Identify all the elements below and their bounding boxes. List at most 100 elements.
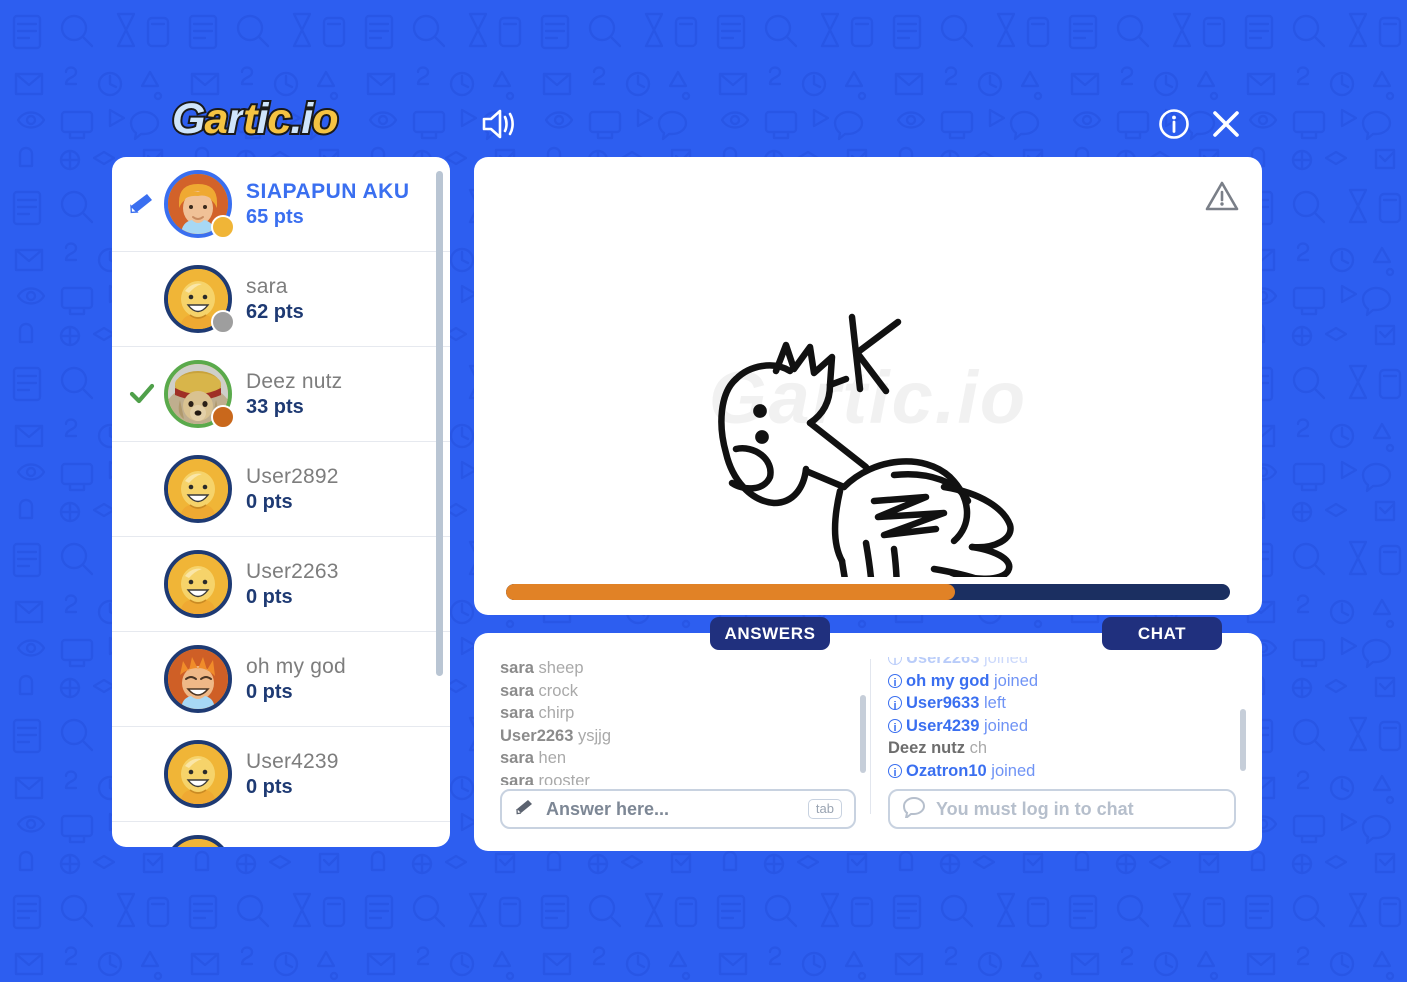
player-row[interactable] — [112, 822, 450, 847]
player-status-empty — [120, 537, 164, 632]
answer-author: sara — [500, 704, 534, 722]
chat-text: joined — [984, 657, 1029, 667]
avatar-image — [164, 645, 232, 713]
answer-message: sara rooster — [500, 770, 854, 786]
player-name: oh my god — [246, 654, 346, 678]
answer-text: ysjjg — [578, 726, 612, 745]
info-icon[interactable] — [1158, 108, 1190, 140]
answer-text: hen — [538, 749, 567, 767]
player-row[interactable]: sara 62 pts — [112, 252, 450, 347]
chat-message: Deez nutz ch — [888, 737, 1234, 760]
answer-input[interactable]: Answer here... tab — [500, 789, 856, 829]
app-header: Gartic.io — [0, 0, 1407, 155]
player-points: 0 pts — [246, 776, 293, 799]
round-timer-progress-fill — [506, 584, 955, 600]
avatar — [164, 455, 232, 523]
player-info: sara 62 pts — [246, 275, 304, 324]
player-points: 0 pts — [246, 681, 293, 704]
check-icon — [129, 383, 155, 404]
avatar — [164, 550, 232, 618]
player-row[interactable]: oh my god 0 pts — [112, 632, 450, 727]
info-icon — [888, 695, 902, 717]
answer-author: sara — [500, 659, 534, 677]
player-status-empty — [120, 252, 164, 347]
chat-message: User9633 left — [888, 692, 1234, 717]
chat-author: User2263 — [906, 657, 980, 667]
avatar-image — [164, 835, 232, 847]
chat-message-list[interactable]: User2263 joinedoh my god joinedUser9633 … — [888, 657, 1234, 785]
answer-text: chirp — [538, 704, 575, 722]
chat-message: User2263 joined — [888, 657, 1234, 672]
answer-message: sara crock — [500, 680, 854, 703]
chat-input-placeholder: You must log in to chat — [936, 798, 1134, 819]
player-name: sara — [246, 274, 288, 298]
answer-message: User2263 ysjjg — [500, 725, 854, 748]
answer-input-placeholder: Answer here... — [546, 798, 670, 819]
chat-input[interactable]: You must log in to chat — [888, 789, 1236, 829]
answer-author: sara — [500, 771, 534, 786]
tab-answers[interactable]: ANSWERS — [710, 617, 830, 650]
player-row[interactable]: User2892 0 pts — [112, 442, 450, 537]
answer-message: sara hen — [500, 747, 854, 770]
player-name: User2263 — [246, 559, 339, 583]
chat-author: Deez nutz — [888, 739, 966, 757]
player-points: 65 pts — [246, 206, 304, 229]
pencil-icon — [514, 797, 536, 822]
avatar — [164, 740, 232, 808]
panel-divider — [870, 659, 871, 814]
player-row[interactable]: User4239 0 pts — [112, 727, 450, 822]
answers-message-list[interactable]: sara sheep sara crock sara chirp User2263 y… — [500, 657, 854, 785]
answer-author: sara — [500, 749, 534, 767]
player-points: 0 pts — [246, 491, 293, 514]
pencil-icon — [130, 194, 152, 214]
chat-author: User9633 — [906, 694, 980, 712]
player-name: User4239 — [246, 749, 339, 773]
chat-author: User4239 — [906, 716, 980, 735]
player-info: SIAPAPUN AKU 65 pts — [246, 180, 410, 229]
answer-message: sara chirp — [500, 702, 854, 725]
tab-chat[interactable]: CHAT — [1102, 617, 1222, 650]
answers-panel: sara sheep sara crock sara chirp User2263 y… — [488, 647, 868, 837]
player-row[interactable]: Deez nutz 33 pts — [112, 347, 450, 442]
info-icon — [888, 672, 902, 695]
answer-text: crock — [538, 681, 578, 700]
warning-triangle-icon[interactable] — [1204, 179, 1240, 213]
player-info: User2263 0 pts — [246, 560, 339, 609]
player-info: Deez nutz 33 pts — [246, 370, 342, 419]
player-drawing[interactable] — [474, 157, 1262, 577]
avatar-image — [164, 740, 232, 808]
player-status-dot — [211, 310, 235, 334]
answers-chat-card: ANSWERS CHAT sara sheep sara crock sara ch… — [474, 617, 1262, 851]
player-row[interactable]: User2263 0 pts — [112, 537, 450, 632]
avatar — [164, 645, 232, 713]
player-points: 62 pts — [246, 301, 304, 324]
answers-scrollbar[interactable] — [860, 695, 866, 773]
chat-text: joined — [991, 761, 1036, 780]
info-icon — [888, 717, 902, 740]
gartic-logo: Gartic.io — [170, 95, 341, 143]
player-name: User2892 — [246, 464, 339, 488]
chat-text: joined — [994, 671, 1039, 690]
chat-scrollbar[interactable] — [1240, 709, 1246, 771]
player-list-scrollbar[interactable] — [436, 171, 443, 676]
answer-text: sheep — [538, 659, 584, 677]
player-list-panel: SIAPAPUN AKU 65 pts sara 62 pts Deez nutz 3… — [112, 157, 450, 847]
player-list-scroll-area[interactable]: SIAPAPUN AKU 65 pts sara 62 pts Deez nutz 3… — [112, 157, 450, 847]
player-row[interactable]: SIAPAPUN AKU 65 pts — [112, 157, 450, 252]
avatar — [164, 360, 235, 429]
speaker-icon[interactable] — [478, 106, 518, 142]
info-icon — [888, 657, 902, 672]
player-name: Deez nutz — [246, 369, 343, 393]
player-points: 33 pts — [246, 396, 304, 419]
close-icon[interactable] — [1208, 106, 1244, 142]
answer-message: sara sheep — [500, 657, 854, 680]
player-status-dot — [211, 215, 235, 239]
player-status-empty — [120, 632, 164, 727]
player-status-empty — [120, 442, 164, 537]
player-info: User2892 0 pts — [246, 465, 339, 514]
chat-text: left — [984, 694, 1007, 712]
chat-text: joined — [984, 716, 1029, 735]
player-info: oh my god 0 pts — [246, 655, 346, 704]
player-name: SIAPAPUN AKU — [246, 179, 410, 203]
chat-author: oh my god — [906, 671, 990, 690]
